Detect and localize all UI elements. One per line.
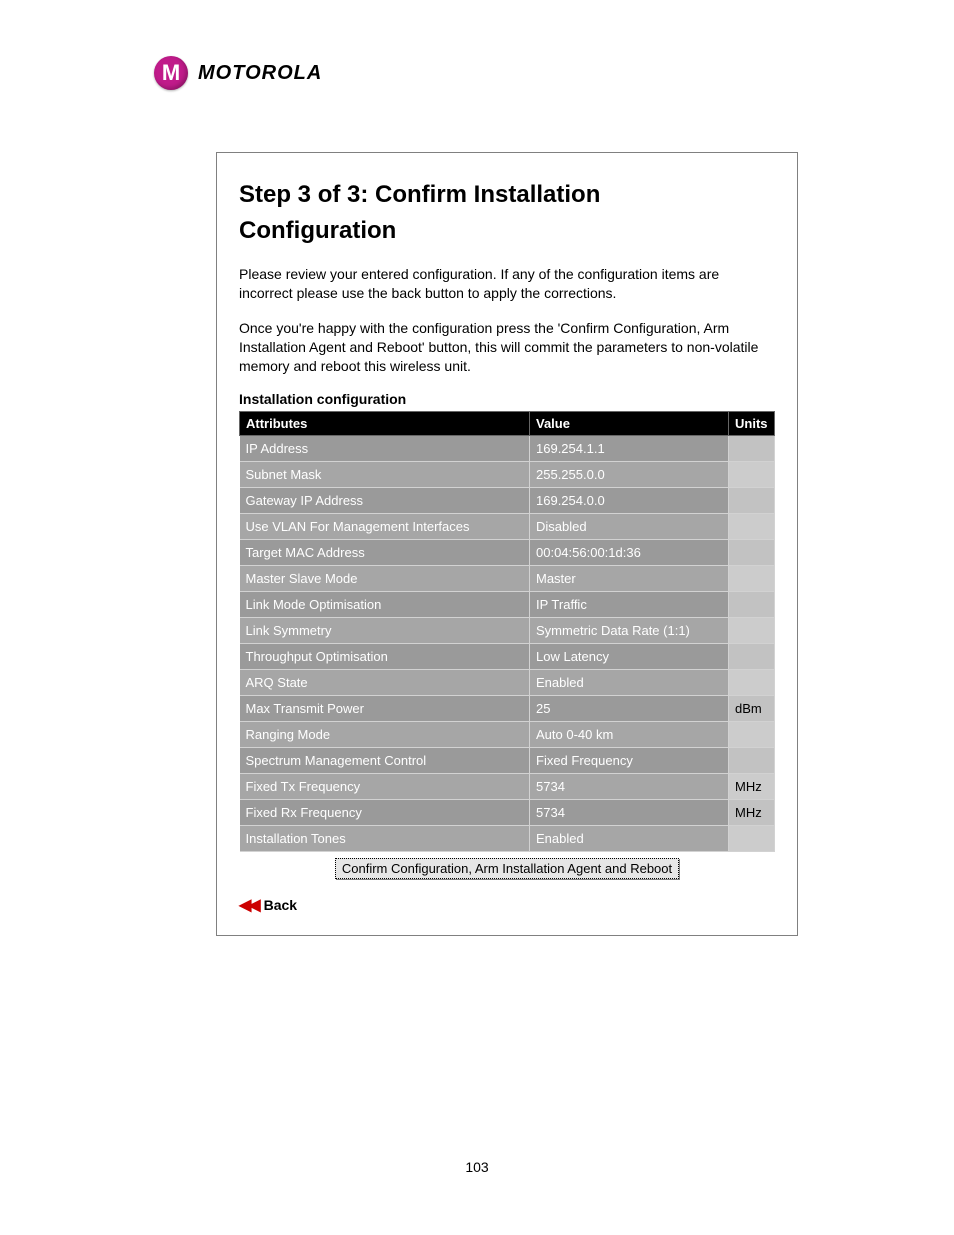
header-units: Units (729, 412, 775, 436)
table-row: IP Address169.254.1.1 (240, 436, 775, 462)
table-row: Fixed Tx Frequency5734MHz (240, 774, 775, 800)
cell-attribute: Gateway IP Address (240, 488, 530, 514)
config-table: Attributes Value Units IP Address169.254… (239, 411, 775, 852)
table-row: Link SymmetrySymmetric Data Rate (1:1) (240, 618, 775, 644)
cell-value: Master (530, 566, 729, 592)
cell-units (729, 826, 775, 852)
cell-attribute: Installation Tones (240, 826, 530, 852)
cell-value: 00:04:56:00:1d:36 (530, 540, 729, 566)
cell-units (729, 436, 775, 462)
page-number: 103 (0, 1159, 954, 1175)
cell-attribute: Subnet Mask (240, 462, 530, 488)
back-arrow-icon: ◀◀ (239, 895, 258, 915)
panel-desc-1: Please review your entered configuration… (239, 265, 775, 303)
table-row: Link Mode OptimisationIP Traffic (240, 592, 775, 618)
cell-attribute: Ranging Mode (240, 722, 530, 748)
table-body: IP Address169.254.1.1Subnet Mask255.255.… (240, 436, 775, 852)
cell-units: MHz (729, 774, 775, 800)
cell-units (729, 748, 775, 774)
cell-attribute: Link Symmetry (240, 618, 530, 644)
motorola-logo-icon: M (154, 56, 188, 90)
header-value: Value (530, 412, 729, 436)
cell-units (729, 592, 775, 618)
panel-title-line2: Configuration (239, 217, 775, 245)
section-label: Installation configuration (239, 391, 775, 407)
cell-value: Auto 0-40 km (530, 722, 729, 748)
cell-attribute: Fixed Tx Frequency (240, 774, 530, 800)
cell-units (729, 618, 775, 644)
confirm-button[interactable]: Confirm Configuration, Arm Installation … (335, 858, 679, 879)
config-panel: Step 3 of 3: Confirm Installation Config… (216, 152, 798, 936)
motorola-m-glyph: M (162, 62, 180, 84)
cell-attribute: Link Mode Optimisation (240, 592, 530, 618)
cell-value: 25 (530, 696, 729, 722)
cell-attribute: ARQ State (240, 670, 530, 696)
table-row: Throughput OptimisationLow Latency (240, 644, 775, 670)
cell-value: 5734 (530, 774, 729, 800)
cell-value: IP Traffic (530, 592, 729, 618)
cell-units (729, 462, 775, 488)
cell-units (729, 514, 775, 540)
cell-units (729, 722, 775, 748)
table-row: Subnet Mask255.255.0.0 (240, 462, 775, 488)
cell-value: 255.255.0.0 (530, 462, 729, 488)
table-row: Master Slave ModeMaster (240, 566, 775, 592)
panel-desc-2: Once you're happy with the configuration… (239, 319, 775, 376)
cell-attribute: Master Slave Mode (240, 566, 530, 592)
table-row: Target MAC Address00:04:56:00:1d:36 (240, 540, 775, 566)
cell-value: 169.254.1.1 (530, 436, 729, 462)
cell-attribute: Fixed Rx Frequency (240, 800, 530, 826)
cell-units (729, 540, 775, 566)
cell-units (729, 670, 775, 696)
header-attributes: Attributes (240, 412, 530, 436)
cell-value: Enabled (530, 826, 729, 852)
cell-attribute: Use VLAN For Management Interfaces (240, 514, 530, 540)
cell-attribute: Throughput Optimisation (240, 644, 530, 670)
cell-attribute: Target MAC Address (240, 540, 530, 566)
cell-value: Symmetric Data Rate (1:1) (530, 618, 729, 644)
brand-text: MOTOROLA (198, 62, 322, 85)
table-row: Use VLAN For Management InterfacesDisabl… (240, 514, 775, 540)
cell-value: 169.254.0.0 (530, 488, 729, 514)
cell-units (729, 488, 775, 514)
table-row: ARQ StateEnabled (240, 670, 775, 696)
cell-value: Fixed Frequency (530, 748, 729, 774)
cell-units: dBm (729, 696, 775, 722)
back-link[interactable]: ◀◀ Back (239, 895, 775, 915)
table-row: Gateway IP Address169.254.0.0 (240, 488, 775, 514)
cell-units (729, 566, 775, 592)
cell-attribute: Max Transmit Power (240, 696, 530, 722)
confirm-row: Confirm Configuration, Arm Installation … (239, 852, 775, 885)
table-row: Installation TonesEnabled (240, 826, 775, 852)
cell-value: Enabled (530, 670, 729, 696)
panel-title-line1: Step 3 of 3: Confirm Installation (239, 181, 775, 209)
cell-value: 5734 (530, 800, 729, 826)
table-row: Max Transmit Power25dBm (240, 696, 775, 722)
back-label: Back (264, 897, 297, 913)
cell-attribute: IP Address (240, 436, 530, 462)
brand-logo: M MOTOROLA (154, 56, 322, 90)
table-row: Fixed Rx Frequency5734MHz (240, 800, 775, 826)
table-header-row: Attributes Value Units (240, 412, 775, 436)
page: M MOTOROLA Step 3 of 3: Confirm Installa… (0, 0, 954, 1235)
cell-units: MHz (729, 800, 775, 826)
table-row: Ranging ModeAuto 0-40 km (240, 722, 775, 748)
cell-attribute: Spectrum Management Control (240, 748, 530, 774)
table-row: Spectrum Management ControlFixed Frequen… (240, 748, 775, 774)
cell-units (729, 644, 775, 670)
cell-value: Disabled (530, 514, 729, 540)
cell-value: Low Latency (530, 644, 729, 670)
